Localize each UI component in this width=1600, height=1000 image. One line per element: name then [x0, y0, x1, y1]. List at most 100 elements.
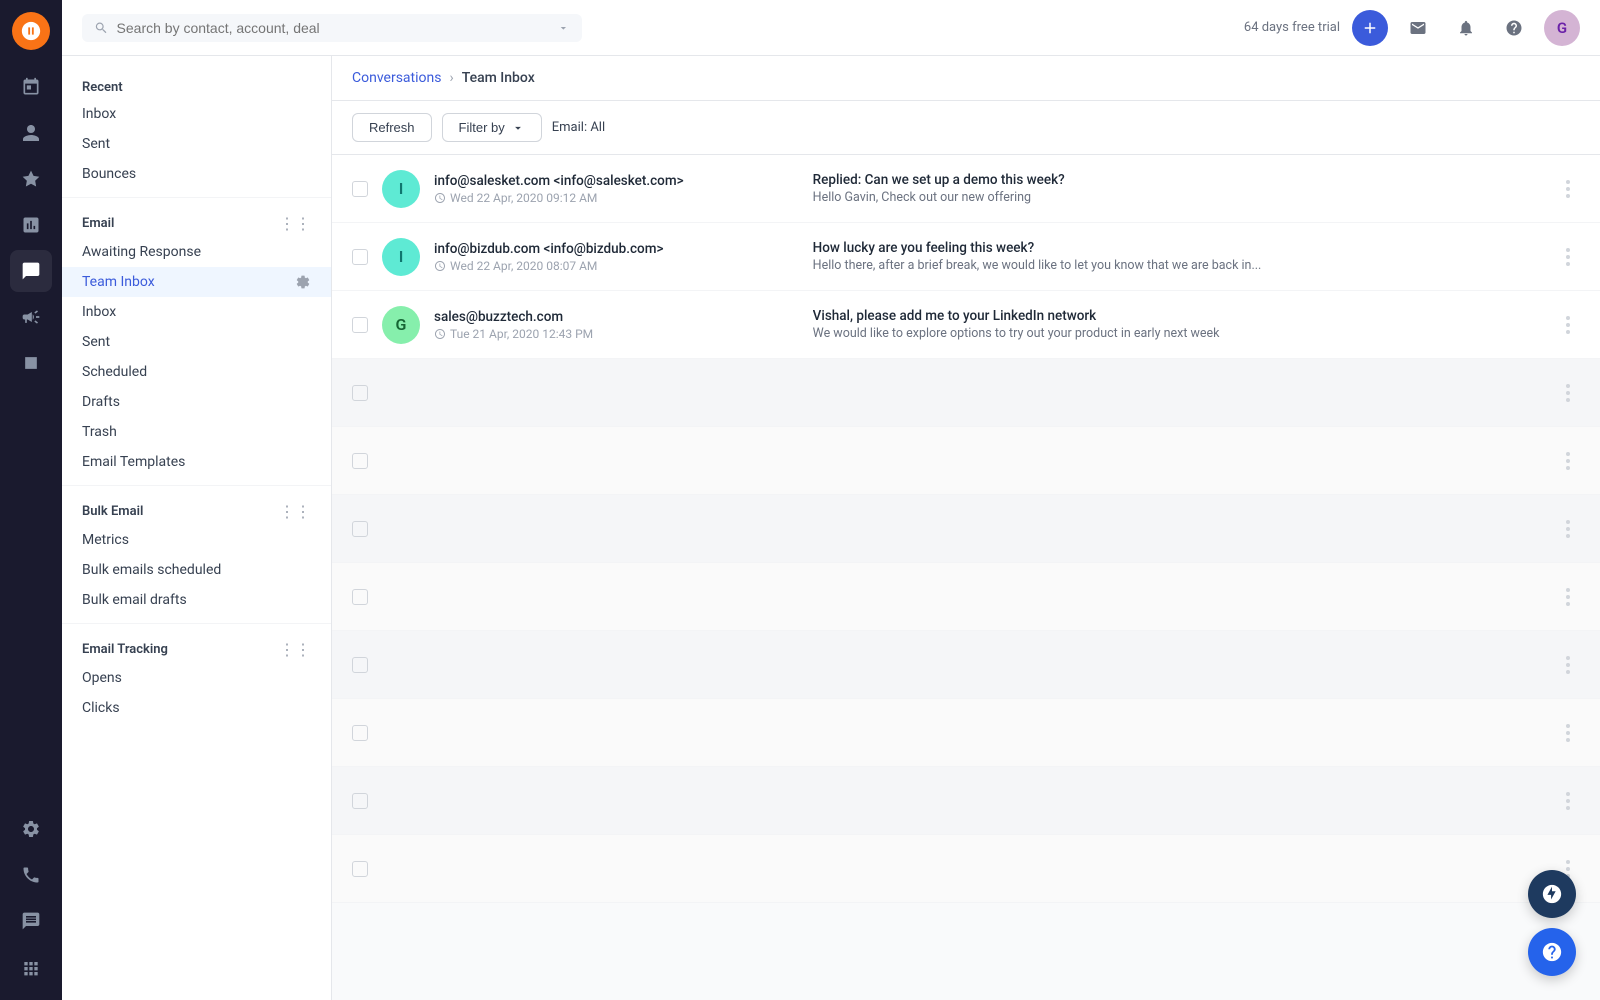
row-checkbox-4[interactable]	[352, 385, 368, 401]
row-checkbox-7[interactable]	[352, 589, 368, 605]
add-button[interactable]	[1352, 10, 1388, 46]
breadcrumb-current: Team Inbox	[462, 70, 535, 86]
help-fab-button[interactable]	[1528, 928, 1576, 976]
nav-conversations-icon[interactable]	[10, 250, 52, 292]
sidebar-item-awaiting-response[interactable]: Awaiting Response	[62, 237, 331, 267]
row-checkbox-5[interactable]	[352, 453, 368, 469]
nav-phone-icon[interactable]	[10, 854, 52, 896]
email-meta-1: info@salesket.com <info@salesket.com> We…	[434, 173, 799, 205]
sidebar-item-bounces-recent[interactable]: Bounces	[62, 159, 331, 189]
email-preview-3: Vishal, please add me to your LinkedIn n…	[813, 308, 1542, 341]
email-filter-tag: Email: All	[552, 120, 605, 135]
email-subject-1: Replied: Can we set up a demo this week?	[813, 172, 1542, 188]
sidebar-item-sent-recent[interactable]: Sent	[62, 129, 331, 159]
trial-badge: 64 days free trial	[1244, 20, 1340, 35]
email-subject-3: Vishal, please add me to your LinkedIn n…	[813, 308, 1542, 324]
more-actions-4[interactable]	[1556, 381, 1580, 405]
team-inbox-gear-icon[interactable]	[295, 274, 311, 290]
table-row	[332, 767, 1600, 835]
notifications-bell-button[interactable]	[1448, 10, 1484, 46]
top-header: 64 days free trial G	[62, 0, 1600, 56]
main-content: Conversations › Team Inbox Refresh Filte…	[332, 56, 1600, 1000]
sidebar-item-drafts[interactable]: Drafts	[62, 387, 331, 417]
search-input[interactable]	[117, 20, 550, 36]
more-actions-9[interactable]	[1556, 721, 1580, 745]
toolbar: Refresh Filter by Email: All	[332, 101, 1600, 155]
nav-campaigns-icon[interactable]	[10, 296, 52, 338]
table-row	[332, 631, 1600, 699]
breadcrumb-separator: ›	[449, 70, 453, 86]
freshdesk-fab-button[interactable]	[1528, 870, 1576, 918]
filter-chevron-icon	[511, 121, 525, 135]
email-date-3: Tue 21 Apr, 2020 12:43 PM	[434, 327, 799, 341]
email-meta-2: info@bizdub.com <info@bizdub.com> Wed 22…	[434, 241, 799, 273]
filter-button[interactable]: Filter by	[442, 113, 542, 142]
nav-chat-icon[interactable]	[10, 900, 52, 942]
sidebar-item-team-inbox[interactable]: Team Inbox	[62, 267, 331, 297]
sidebar-item-inbox-recent[interactable]: Inbox	[62, 99, 331, 129]
avatar: G	[382, 306, 420, 344]
fab-container	[1528, 870, 1576, 976]
sidebar-item-bulk-emails-scheduled[interactable]: Bulk emails scheduled	[62, 555, 331, 585]
nav-analytics-icon[interactable]	[10, 204, 52, 246]
row-checkbox-6[interactable]	[352, 521, 368, 537]
nav-deals-icon[interactable]	[10, 158, 52, 200]
nav-settings-icon[interactable]	[10, 808, 52, 850]
search-area[interactable]	[82, 14, 582, 42]
email-body-1: Hello Gavin, Check out our new offering	[813, 190, 1542, 205]
email-from-1: info@salesket.com <info@salesket.com>	[434, 173, 799, 189]
row-checkbox-8[interactable]	[352, 657, 368, 673]
nav-contacts-icon[interactable]	[10, 112, 52, 154]
email-button[interactable]	[1400, 10, 1436, 46]
email-meta-3: sales@buzztech.com Tue 21 Apr, 2020 12:4…	[434, 309, 799, 341]
search-dropdown-icon[interactable]	[557, 21, 570, 35]
avatar: I	[382, 170, 420, 208]
sidebar-tracking-drag-icon[interactable]: ⋮⋮	[279, 640, 311, 659]
sidebar-recent-header: Recent	[62, 72, 331, 99]
row-checkbox-3[interactable]	[352, 317, 368, 333]
nav-calendar-icon[interactable]	[10, 66, 52, 108]
table-row[interactable]: I info@bizdub.com <info@bizdub.com> Wed …	[332, 223, 1600, 291]
sidebar-item-scheduled[interactable]: Scheduled	[62, 357, 331, 387]
sidebar-email-tracking-header: Email Tracking	[82, 642, 168, 657]
sidebar-header-actions: ⋮⋮	[279, 214, 311, 233]
more-actions-5[interactable]	[1556, 449, 1580, 473]
more-actions-10[interactable]	[1556, 789, 1580, 813]
breadcrumb-link[interactable]: Conversations	[352, 70, 441, 86]
help-button[interactable]	[1496, 10, 1532, 46]
app-logo[interactable]	[12, 12, 50, 50]
sidebar-bulk-drag-icon[interactable]: ⋮⋮	[279, 502, 311, 521]
row-checkbox-2[interactable]	[352, 249, 368, 265]
table-row[interactable]: G sales@buzztech.com Tue 21 Apr, 2020 12…	[332, 291, 1600, 359]
more-actions-6[interactable]	[1556, 517, 1580, 541]
nav-grid-icon[interactable]	[10, 946, 52, 988]
more-actions-3[interactable]	[1556, 313, 1580, 337]
row-checkbox-10[interactable]	[352, 793, 368, 809]
clock-icon	[434, 328, 446, 340]
more-actions-1[interactable]	[1556, 177, 1580, 201]
sidebar-item-email-templates[interactable]: Email Templates	[62, 447, 331, 477]
table-row	[332, 359, 1600, 427]
email-from-2: info@bizdub.com <info@bizdub.com>	[434, 241, 799, 257]
sidebar-item-trash[interactable]: Trash	[62, 417, 331, 447]
sidebar-bulk-email-header: Bulk Email	[82, 504, 143, 519]
row-checkbox-11[interactable]	[352, 861, 368, 877]
refresh-button[interactable]: Refresh	[352, 113, 432, 142]
sidebar-item-metrics[interactable]: Metrics	[62, 525, 331, 555]
sidebar-item-opens[interactable]: Opens	[62, 663, 331, 693]
sidebar-drag-icon[interactable]: ⋮⋮	[279, 214, 311, 233]
more-actions-7[interactable]	[1556, 585, 1580, 609]
sidebar-item-sent-email[interactable]: Sent	[62, 327, 331, 357]
table-row[interactable]: I info@salesket.com <info@salesket.com> …	[332, 155, 1600, 223]
user-avatar[interactable]: G	[1544, 10, 1580, 46]
sidebar-item-inbox-email[interactable]: Inbox	[62, 297, 331, 327]
more-actions-2[interactable]	[1556, 245, 1580, 269]
table-row	[332, 563, 1600, 631]
nav-reports-icon[interactable]	[10, 342, 52, 384]
row-checkbox-1[interactable]	[352, 181, 368, 197]
more-actions-8[interactable]	[1556, 653, 1580, 677]
sidebar-item-bulk-email-drafts[interactable]: Bulk email drafts	[62, 585, 331, 615]
row-checkbox-9[interactable]	[352, 725, 368, 741]
email-body-3: We would like to explore options to try …	[813, 326, 1542, 341]
sidebar-item-clicks[interactable]: Clicks	[62, 693, 331, 723]
